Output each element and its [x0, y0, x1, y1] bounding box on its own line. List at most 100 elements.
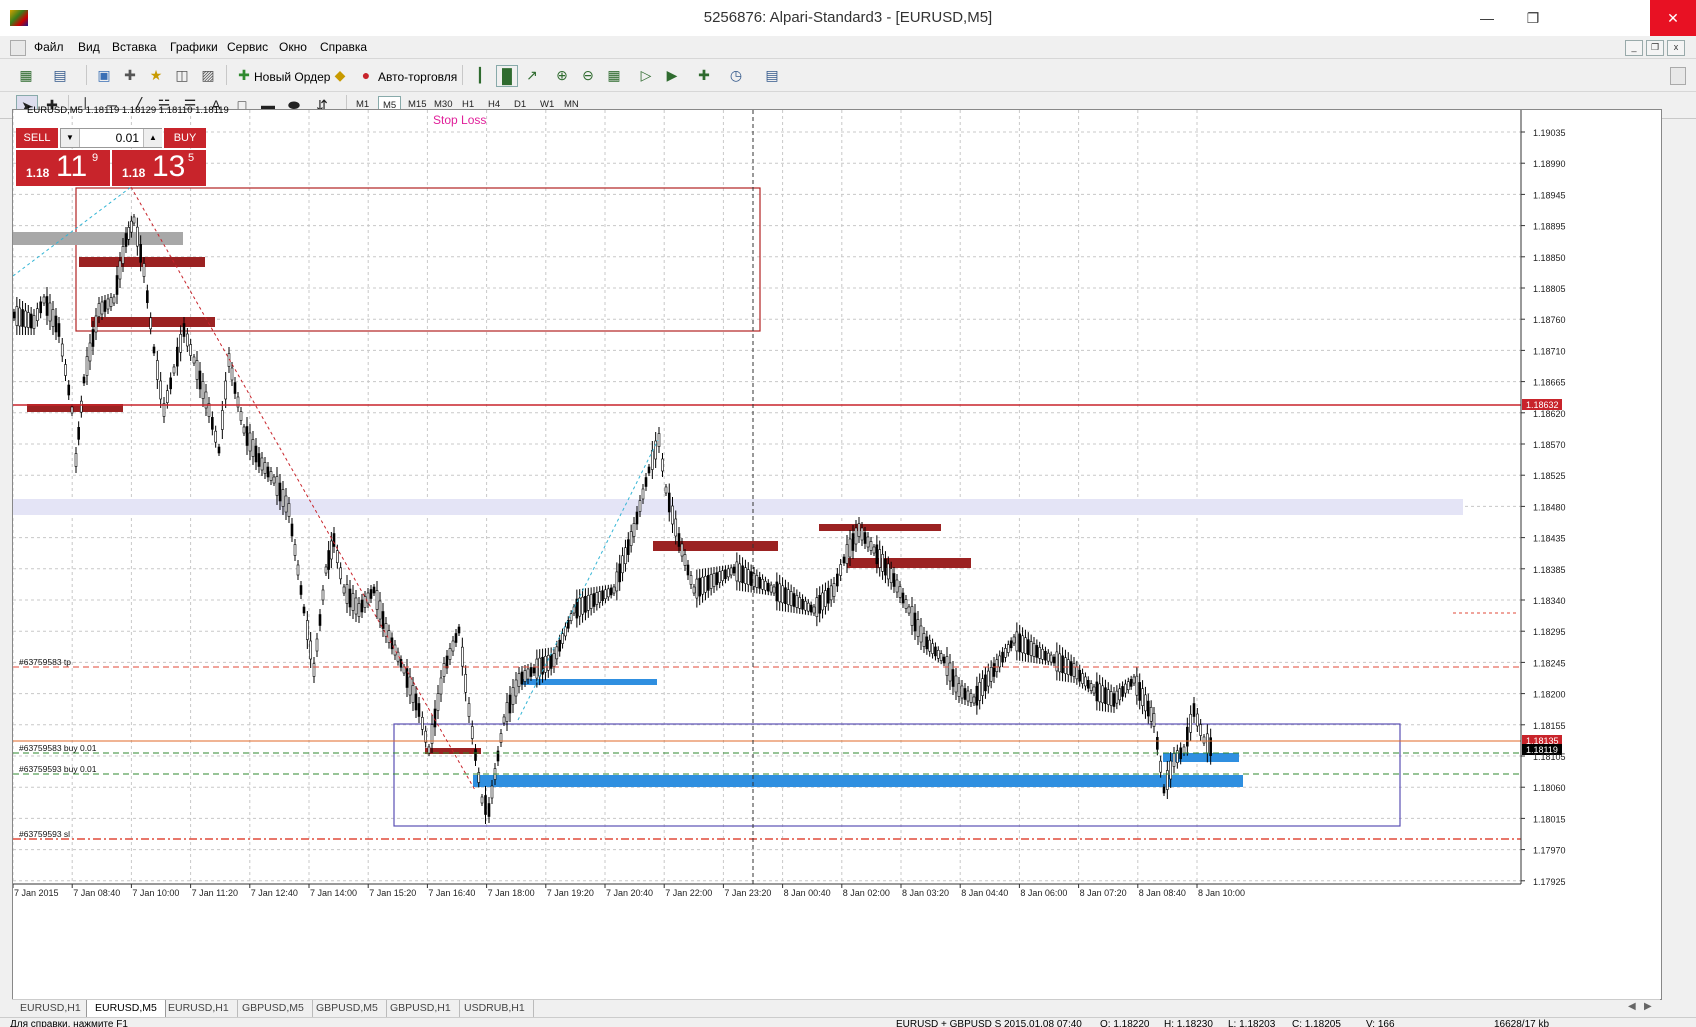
close-icon[interactable]: ✕	[1650, 0, 1696, 36]
candle-body	[1081, 673, 1084, 684]
mdi-minimize-icon[interactable]: _	[1625, 40, 1643, 56]
tab-eurusd-h1[interactable]: EURUSD,H1	[12, 1000, 90, 1017]
candle-body	[913, 612, 917, 632]
auto-trading-icon[interactable]: ●	[356, 65, 376, 85]
lot-increase-icon[interactable]: ▲	[143, 129, 162, 147]
candle-body	[260, 457, 264, 471]
candle-body	[32, 315, 36, 329]
candle-body	[792, 593, 796, 607]
candle-body	[211, 417, 214, 430]
zoom-in-icon[interactable]: ⊕	[552, 65, 572, 85]
candle-body	[342, 586, 346, 594]
candle-body	[939, 653, 943, 661]
candle-body	[484, 795, 487, 815]
new-order-button[interactable]: Новый Ордер	[254, 70, 330, 84]
candle-body	[729, 567, 733, 576]
zone-block	[521, 679, 657, 685]
candle-body	[146, 290, 149, 303]
periods-icon[interactable]: ◷	[726, 65, 746, 85]
menu-view[interactable]: Вид	[78, 40, 100, 54]
candle-body	[109, 297, 113, 307]
tab-gbpusd-h1[interactable]: GBPUSD,H1	[382, 1000, 460, 1017]
tab-gbpusd-m5[interactable]: GBPUSD,M5	[234, 1000, 313, 1017]
candle-body	[461, 646, 464, 667]
tab-scroll-left-icon[interactable]: ◀	[1628, 1001, 1636, 1012]
candle-body	[474, 749, 477, 761]
candle-body	[1024, 637, 1027, 655]
candlestick-icon[interactable]: █	[496, 65, 518, 87]
line-chart-icon[interactable]: ↗	[522, 65, 542, 85]
auto-trading-button[interactable]: Авто-торговля	[378, 70, 457, 84]
candle-body	[508, 694, 512, 714]
candle-body	[595, 592, 599, 605]
indicators-icon[interactable]: ✚	[694, 65, 714, 85]
candle-body	[354, 597, 358, 615]
menu-window[interactable]: Окно	[279, 40, 307, 54]
candle-body	[369, 589, 373, 599]
restore-icon[interactable]: ❐	[1510, 0, 1556, 36]
candle-body	[127, 227, 130, 240]
candle-body	[922, 633, 926, 647]
tab-usdrub-h1[interactable]: USDRUB,H1	[456, 1000, 534, 1017]
minimize-icon[interactable]: —	[1464, 0, 1510, 36]
strategy-tester-icon[interactable]: ▨	[198, 65, 218, 85]
chart-window-icon[interactable]	[10, 40, 26, 56]
mdi-restore-icon[interactable]: ❐	[1646, 40, 1664, 56]
tile-windows-icon[interactable]: ▦	[604, 65, 624, 85]
sell-price-panel[interactable]: 1.18 11 9	[16, 150, 110, 186]
lot-decrease-icon[interactable]: ▼	[61, 129, 80, 147]
candle-body	[821, 592, 824, 611]
mdi-close-icon[interactable]: x	[1667, 40, 1685, 56]
price-label: 1.18525	[1533, 471, 1566, 481]
chart-grid	[13, 110, 1521, 884]
tab-gbpusd-m5-2[interactable]: GBPUSD,M5	[308, 1000, 387, 1017]
candle-body	[330, 540, 333, 560]
menu-icon[interactable]	[1670, 67, 1686, 85]
menu-insert[interactable]: Вставка	[112, 40, 157, 54]
new-chart-icon[interactable]: ▦	[16, 65, 36, 85]
candle-body	[1061, 655, 1064, 674]
order-label: #63759593 buy 0.01	[19, 764, 97, 774]
menu-file[interactable]: Файл	[34, 40, 64, 54]
lot-size-input[interactable]: ▼ 0.01 ▲	[60, 128, 162, 148]
data-window-icon[interactable]: ✚	[120, 65, 140, 85]
candle-body	[992, 663, 996, 677]
candle-body	[505, 702, 509, 722]
market-watch-icon[interactable]: ▣	[94, 65, 114, 85]
candle-body	[100, 301, 104, 315]
chart-shift-icon[interactable]: ▶	[662, 65, 682, 85]
candle-body	[448, 648, 452, 660]
candle-body	[632, 523, 636, 537]
candle-body	[233, 382, 237, 394]
buy-button[interactable]: BUY	[164, 128, 206, 148]
chart-window[interactable]: #63759583 tp #63759583 buy 0.01 #63759593 …	[12, 105, 1662, 1000]
templates-icon[interactable]: ▤	[762, 65, 782, 85]
menu-help[interactable]: Справка	[320, 40, 367, 54]
zoom-out-icon[interactable]: ⊖	[578, 65, 598, 85]
terminal-icon[interactable]: ◫	[172, 65, 192, 85]
menu-tools[interactable]: Сервис	[227, 40, 268, 54]
buy-price-panel[interactable]: 1.18 13 5	[112, 150, 206, 186]
candle-body	[784, 587, 787, 605]
price-label: 1.18105	[1533, 752, 1566, 762]
metaeditor-icon[interactable]: ◆	[330, 65, 350, 85]
price-label: 1.18990	[1533, 159, 1566, 169]
sell-button[interactable]: SELL	[16, 128, 58, 148]
candle-body	[936, 649, 940, 659]
auto-scroll-icon[interactable]: ▷	[636, 65, 656, 85]
price-chart[interactable]: #63759583 tp #63759583 buy 0.01 #63759593 …	[13, 110, 1661, 999]
new-order-icon[interactable]: ✚	[234, 65, 254, 85]
tab-eurusd-h1-2[interactable]: EURUSD,H1	[160, 1000, 238, 1017]
tab-eurusd-m5[interactable]: EURUSD,M5	[86, 1000, 166, 1018]
tab-scroll-right-icon[interactable]: ▶	[1644, 1001, 1652, 1012]
candle-body	[1138, 682, 1142, 701]
profiles-icon[interactable]: ▤	[50, 65, 70, 85]
candle-body	[1192, 703, 1196, 717]
candle-body	[433, 708, 437, 728]
sell-price-pips: 11	[56, 150, 88, 183]
candle-body	[651, 450, 654, 470]
menu-charts[interactable]: Графики	[170, 40, 218, 54]
bar-chart-icon[interactable]: ┃	[470, 65, 490, 85]
candle-body	[454, 633, 458, 643]
navigator-icon[interactable]: ★	[146, 65, 166, 85]
